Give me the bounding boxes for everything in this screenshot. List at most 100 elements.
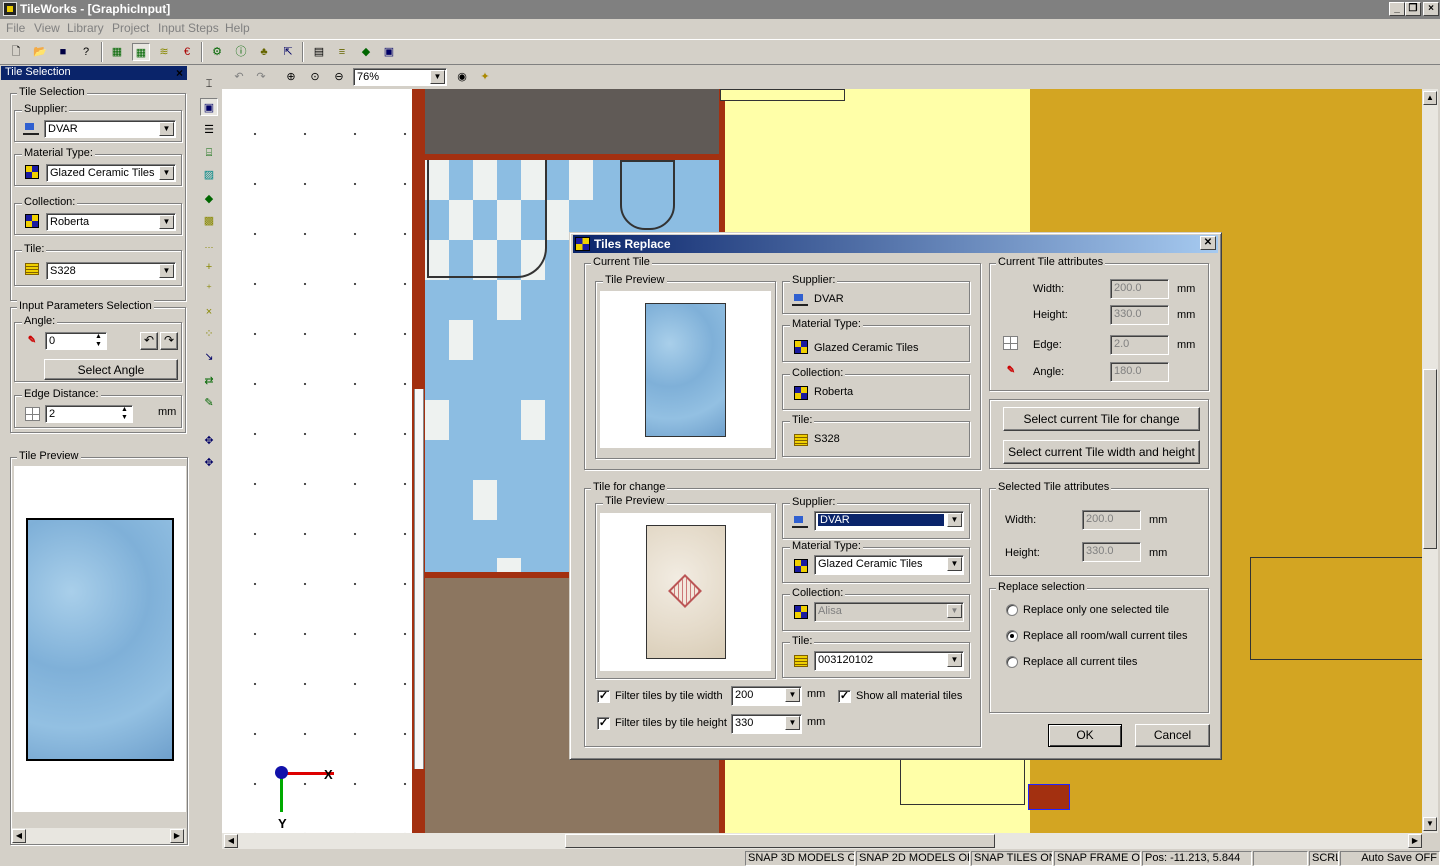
room-tool-icon[interactable]: ▣ [200, 98, 218, 116]
h-scroll-left-button[interactable]: ◀ [224, 834, 238, 848]
scroll-down-button[interactable]: ▼ [1423, 817, 1437, 831]
canvas-v-scrollbar[interactable]: ▲ ▼ [1422, 89, 1438, 833]
help-icon[interactable]: ? [77, 43, 95, 61]
settings-icon[interactable]: ⚙ [208, 43, 226, 61]
minimize-button[interactable]: _ [1389, 2, 1405, 16]
current-tile-label: Current Tile [591, 256, 652, 268]
filter-width-unit: mm [807, 688, 826, 700]
remove-point-icon[interactable]: × [200, 303, 218, 321]
stairs-tool-icon[interactable]: ⌸ [200, 144, 218, 162]
side-preview-scrollbar[interactable]: ◀ ▶ [12, 828, 186, 844]
zoom-in-icon[interactable]: ⊕ [282, 68, 300, 86]
replace-one-radio[interactable] [1006, 604, 1018, 616]
brush-icon[interactable]: ✎ [200, 394, 218, 412]
tile-tool-icon[interactable]: ▩ [200, 212, 218, 230]
undo-icon[interactable]: ↶ [230, 68, 248, 86]
join-icon[interactable]: ⇄ [200, 372, 218, 390]
restore-button[interactable]: ❐ [1405, 2, 1421, 16]
chg-supplier-select[interactable]: DVAR ▼ [814, 511, 964, 531]
image-tool-icon[interactable]: ▨ [200, 166, 218, 184]
close-button[interactable]: × [1423, 2, 1439, 16]
cur-material-value: Glazed Ceramic Tiles [814, 342, 919, 354]
menu-project[interactable]: Project [112, 21, 149, 35]
filter-height-checkbox[interactable]: ✓ [597, 717, 610, 730]
menu-library[interactable]: Library [67, 21, 104, 35]
canvas-h-scrollbar[interactable]: ◀ ▶ [222, 833, 1422, 849]
angle-label: Angle: [22, 315, 58, 327]
zoom-select[interactable]: 76% ▼ [353, 68, 447, 86]
select-current-tile-button[interactable]: Select current Tile for change [1003, 407, 1200, 431]
tree-icon[interactable]: ♣ [255, 43, 273, 61]
pan-icon[interactable]: ✥ [200, 432, 218, 450]
dialog-close-button[interactable]: ✕ [1200, 236, 1216, 250]
scroll-right-button[interactable]: ▶ [170, 829, 184, 843]
menu-input-steps[interactable]: Input Steps [158, 21, 219, 35]
move-point-icon[interactable]: ↘ [200, 348, 218, 366]
collection-select[interactable]: Roberta ▼ [46, 213, 176, 231]
view-icon[interactable]: ◉ [453, 68, 471, 86]
cancel-button[interactable]: Cancel [1135, 724, 1210, 747]
menu-view[interactable]: View [34, 21, 60, 35]
material-select[interactable]: Glazed Ceramic Tiles ▼ [46, 164, 176, 182]
zoom-out-icon[interactable]: ⊖ [330, 68, 348, 86]
select-tile-wh-button[interactable]: Select current Tile width and height [1003, 440, 1200, 464]
input-params-label: Input Parameters Selection [17, 300, 154, 312]
zoom-window-icon[interactable]: ⊙ [306, 68, 324, 86]
select-angle-button[interactable]: Select Angle [44, 359, 178, 380]
grid-icon[interactable]: ▦ [108, 43, 126, 61]
currency-icon[interactable]: € [178, 43, 196, 61]
add-points-icon[interactable]: ⁺ [200, 280, 218, 298]
cube-icon[interactable]: ◆ [357, 43, 375, 61]
zoom-extents-icon[interactable]: ✥ [200, 454, 218, 472]
menu-help[interactable]: Help [225, 21, 250, 35]
chg-tile-select[interactable]: 003120102 ▼ [814, 651, 964, 671]
h-scroll-thumb[interactable] [565, 834, 995, 848]
wall-tool-icon[interactable]: ⌶ [200, 75, 218, 93]
rotate-left-button[interactable]: ↶ [140, 332, 158, 350]
filter-width-checkbox[interactable]: ✓ [597, 690, 610, 703]
h-scroll-right-button[interactable]: ▶ [1408, 834, 1422, 848]
show-all-checkbox[interactable]: ✓ [838, 690, 851, 703]
angle-spinner[interactable]: ▲ ▼ [91, 333, 106, 349]
scroll-up-button[interactable]: ▲ [1423, 91, 1437, 105]
dotted-line-icon[interactable]: ⋯ [200, 238, 218, 256]
ok-button[interactable]: OK [1048, 724, 1122, 747]
points-icon[interactable]: ⁘ [200, 325, 218, 343]
replace-all-radio[interactable] [1006, 656, 1018, 668]
change-preview-tile [646, 525, 726, 659]
export-icon[interactable]: ⇱ [279, 43, 297, 61]
replace-room-radio[interactable] [1006, 630, 1018, 642]
render-icon[interactable]: ▣ [380, 43, 398, 61]
chg-material-label: Material Type: [790, 540, 863, 552]
tile-select[interactable]: S328 ▼ [46, 262, 176, 280]
lines-tool-icon[interactable]: ☰ [200, 121, 218, 139]
tip-icon[interactable]: ✦ [476, 68, 494, 86]
graphic-input-icon[interactable]: ▦ [132, 43, 150, 61]
filter-width-select[interactable]: 200 ▼ [731, 686, 802, 706]
rotate-right-button[interactable]: ↷ [160, 332, 178, 350]
chg-material-select[interactable]: Glazed Ceramic Tiles ▼ [814, 555, 964, 575]
v-scroll-thumb[interactable] [1423, 369, 1437, 549]
save-icon[interactable]: ■ [54, 43, 72, 61]
filter-height-select[interactable]: 330 ▼ [731, 714, 802, 734]
cur-supplier-icon [792, 292, 808, 306]
info-icon[interactable]: ⓘ [232, 43, 250, 61]
window-title: TileWorks - [GraphicInput] [20, 2, 171, 16]
redo-icon[interactable]: ↷ [252, 68, 270, 86]
layers-icon[interactable]: ≡ [333, 43, 351, 61]
supplier-select[interactable]: DVAR ▼ [44, 120, 176, 138]
sel-height-field: 330.0 [1082, 542, 1141, 562]
new-file-icon[interactable]: 🗋 [7, 43, 25, 61]
cur-angle-label: Angle: [1033, 366, 1065, 378]
report-icon[interactable]: ▤ [310, 43, 328, 61]
object-tool-icon[interactable]: ◆ [200, 190, 218, 208]
tiles-icon[interactable]: ≋ [155, 43, 173, 61]
add-point-icon[interactable]: + [200, 258, 218, 276]
menu-file[interactable]: File [6, 21, 25, 35]
panel-close-icon[interactable]: × [176, 66, 183, 80]
scroll-left-button[interactable]: ◀ [12, 829, 26, 843]
shower-tray [427, 160, 547, 278]
filter-height-unit: mm [807, 716, 826, 728]
open-folder-icon[interactable]: 📂 [31, 43, 49, 61]
edge-spinner[interactable]: ▲ ▼ [117, 406, 132, 422]
